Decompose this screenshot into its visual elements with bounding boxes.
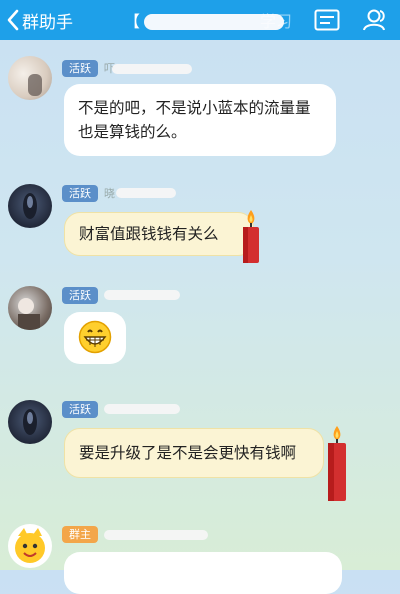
- grinning-face-icon: [78, 320, 112, 354]
- avatar[interactable]: [8, 286, 52, 330]
- avatar[interactable]: [8, 184, 52, 228]
- message-row: 活跃: [0, 282, 400, 382]
- role-tag: 群主: [62, 526, 98, 543]
- message-row: 活跃 要是升级了是不是会更快有钱啊: [0, 396, 400, 506]
- avatar[interactable]: [8, 400, 52, 444]
- message-bubble[interactable]: 财富值跟钱钱有关么: [64, 212, 254, 256]
- redaction: [104, 530, 208, 540]
- role-tag: 活跃: [62, 60, 98, 77]
- candle-icon: [243, 210, 259, 263]
- chevron-left-icon: [7, 9, 19, 31]
- redaction: [116, 188, 176, 198]
- back-label: 群助手: [22, 12, 73, 33]
- role-tag: 活跃: [62, 401, 98, 418]
- message-bubble[interactable]: [64, 552, 342, 594]
- redaction: [104, 290, 180, 300]
- message-row: 群主: [0, 520, 400, 594]
- cartoon-avatar-icon: [15, 528, 45, 563]
- message-bubble[interactable]: [64, 312, 126, 364]
- redaction: [104, 404, 180, 414]
- title-bar: 群助手 【 学习: [0, 0, 400, 40]
- title-fragment: 【: [124, 12, 141, 31]
- message-bubble[interactable]: 要是升级了是不是会更快有钱啊: [64, 428, 324, 478]
- document-icon: [314, 9, 340, 31]
- role-tag: 活跃: [62, 287, 98, 304]
- role-tag: 活跃: [62, 185, 98, 202]
- redaction: [112, 64, 192, 74]
- nickname: 晓: [104, 187, 115, 200]
- chat-title: 【 学习: [124, 6, 294, 34]
- title-suffix: 学习: [260, 12, 293, 31]
- users-icon: [363, 9, 385, 31]
- back-button[interactable]: 群助手: [6, 6, 73, 34]
- avatar[interactable]: [8, 56, 52, 100]
- candle-icon: [328, 426, 346, 501]
- avatar[interactable]: [8, 524, 52, 568]
- chat-info-button[interactable]: [312, 7, 342, 33]
- group-members-button[interactable]: [360, 7, 390, 33]
- message-row: 活跃 吓 不是的吧，不是说小蓝本的流量量也是算钱的么。: [0, 52, 400, 172]
- message-row: 活跃 晓 财富值跟钱钱有关么: [0, 180, 400, 270]
- message-bubble[interactable]: 不是的吧，不是说小蓝本的流量量也是算钱的么。: [64, 84, 336, 156]
